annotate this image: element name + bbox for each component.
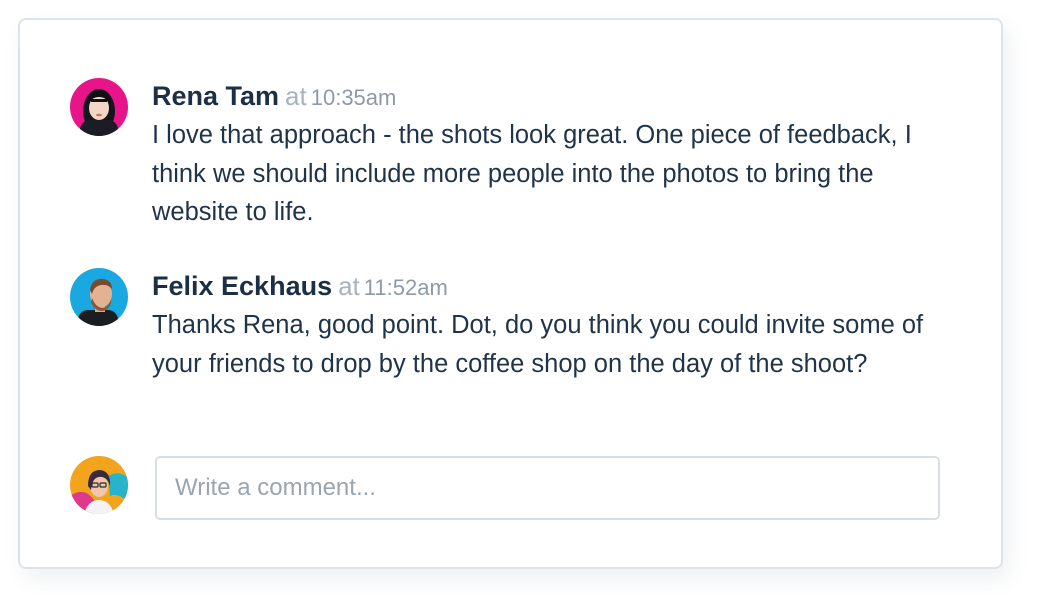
comment-input[interactable] [155, 456, 940, 520]
comment-author[interactable]: Felix Eckhaus [152, 271, 332, 301]
comment-text: I love that approach - the shots look gr… [152, 121, 912, 226]
current-user-avatar-photo [70, 456, 128, 514]
comments-card: Rena Tam at 10:35am I love that approach -… [18, 18, 1003, 569]
comment-author[interactable]: Rena Tam [152, 81, 279, 111]
comment-body: Felix Eckhaus at 11:52am Thanks Rena, good… [152, 268, 942, 383]
avatar-felix-eckhaus[interactable] [70, 268, 128, 326]
comment-body: Rena Tam at 10:35am I love that approach -… [152, 78, 942, 232]
comment-timestamp: 10:35am [310, 85, 397, 110]
comment-meta: Felix Eckhaus at 11:52am [152, 268, 942, 304]
comment-meta: Rena Tam at 10:35am [152, 78, 942, 114]
current-user-avatar [70, 456, 128, 514]
comment-timestamp: 11:52am [363, 275, 448, 300]
comment-at-label: at [338, 271, 360, 301]
comment-at-label: at [285, 81, 307, 111]
comment-composer [70, 456, 942, 520]
felix-avatar-photo [70, 268, 128, 326]
avatar-rena-tam[interactable] [70, 78, 128, 136]
comment-text: Thanks Rena, good point. Dot, do you thi… [152, 311, 924, 378]
rena-avatar-photo [70, 78, 128, 136]
